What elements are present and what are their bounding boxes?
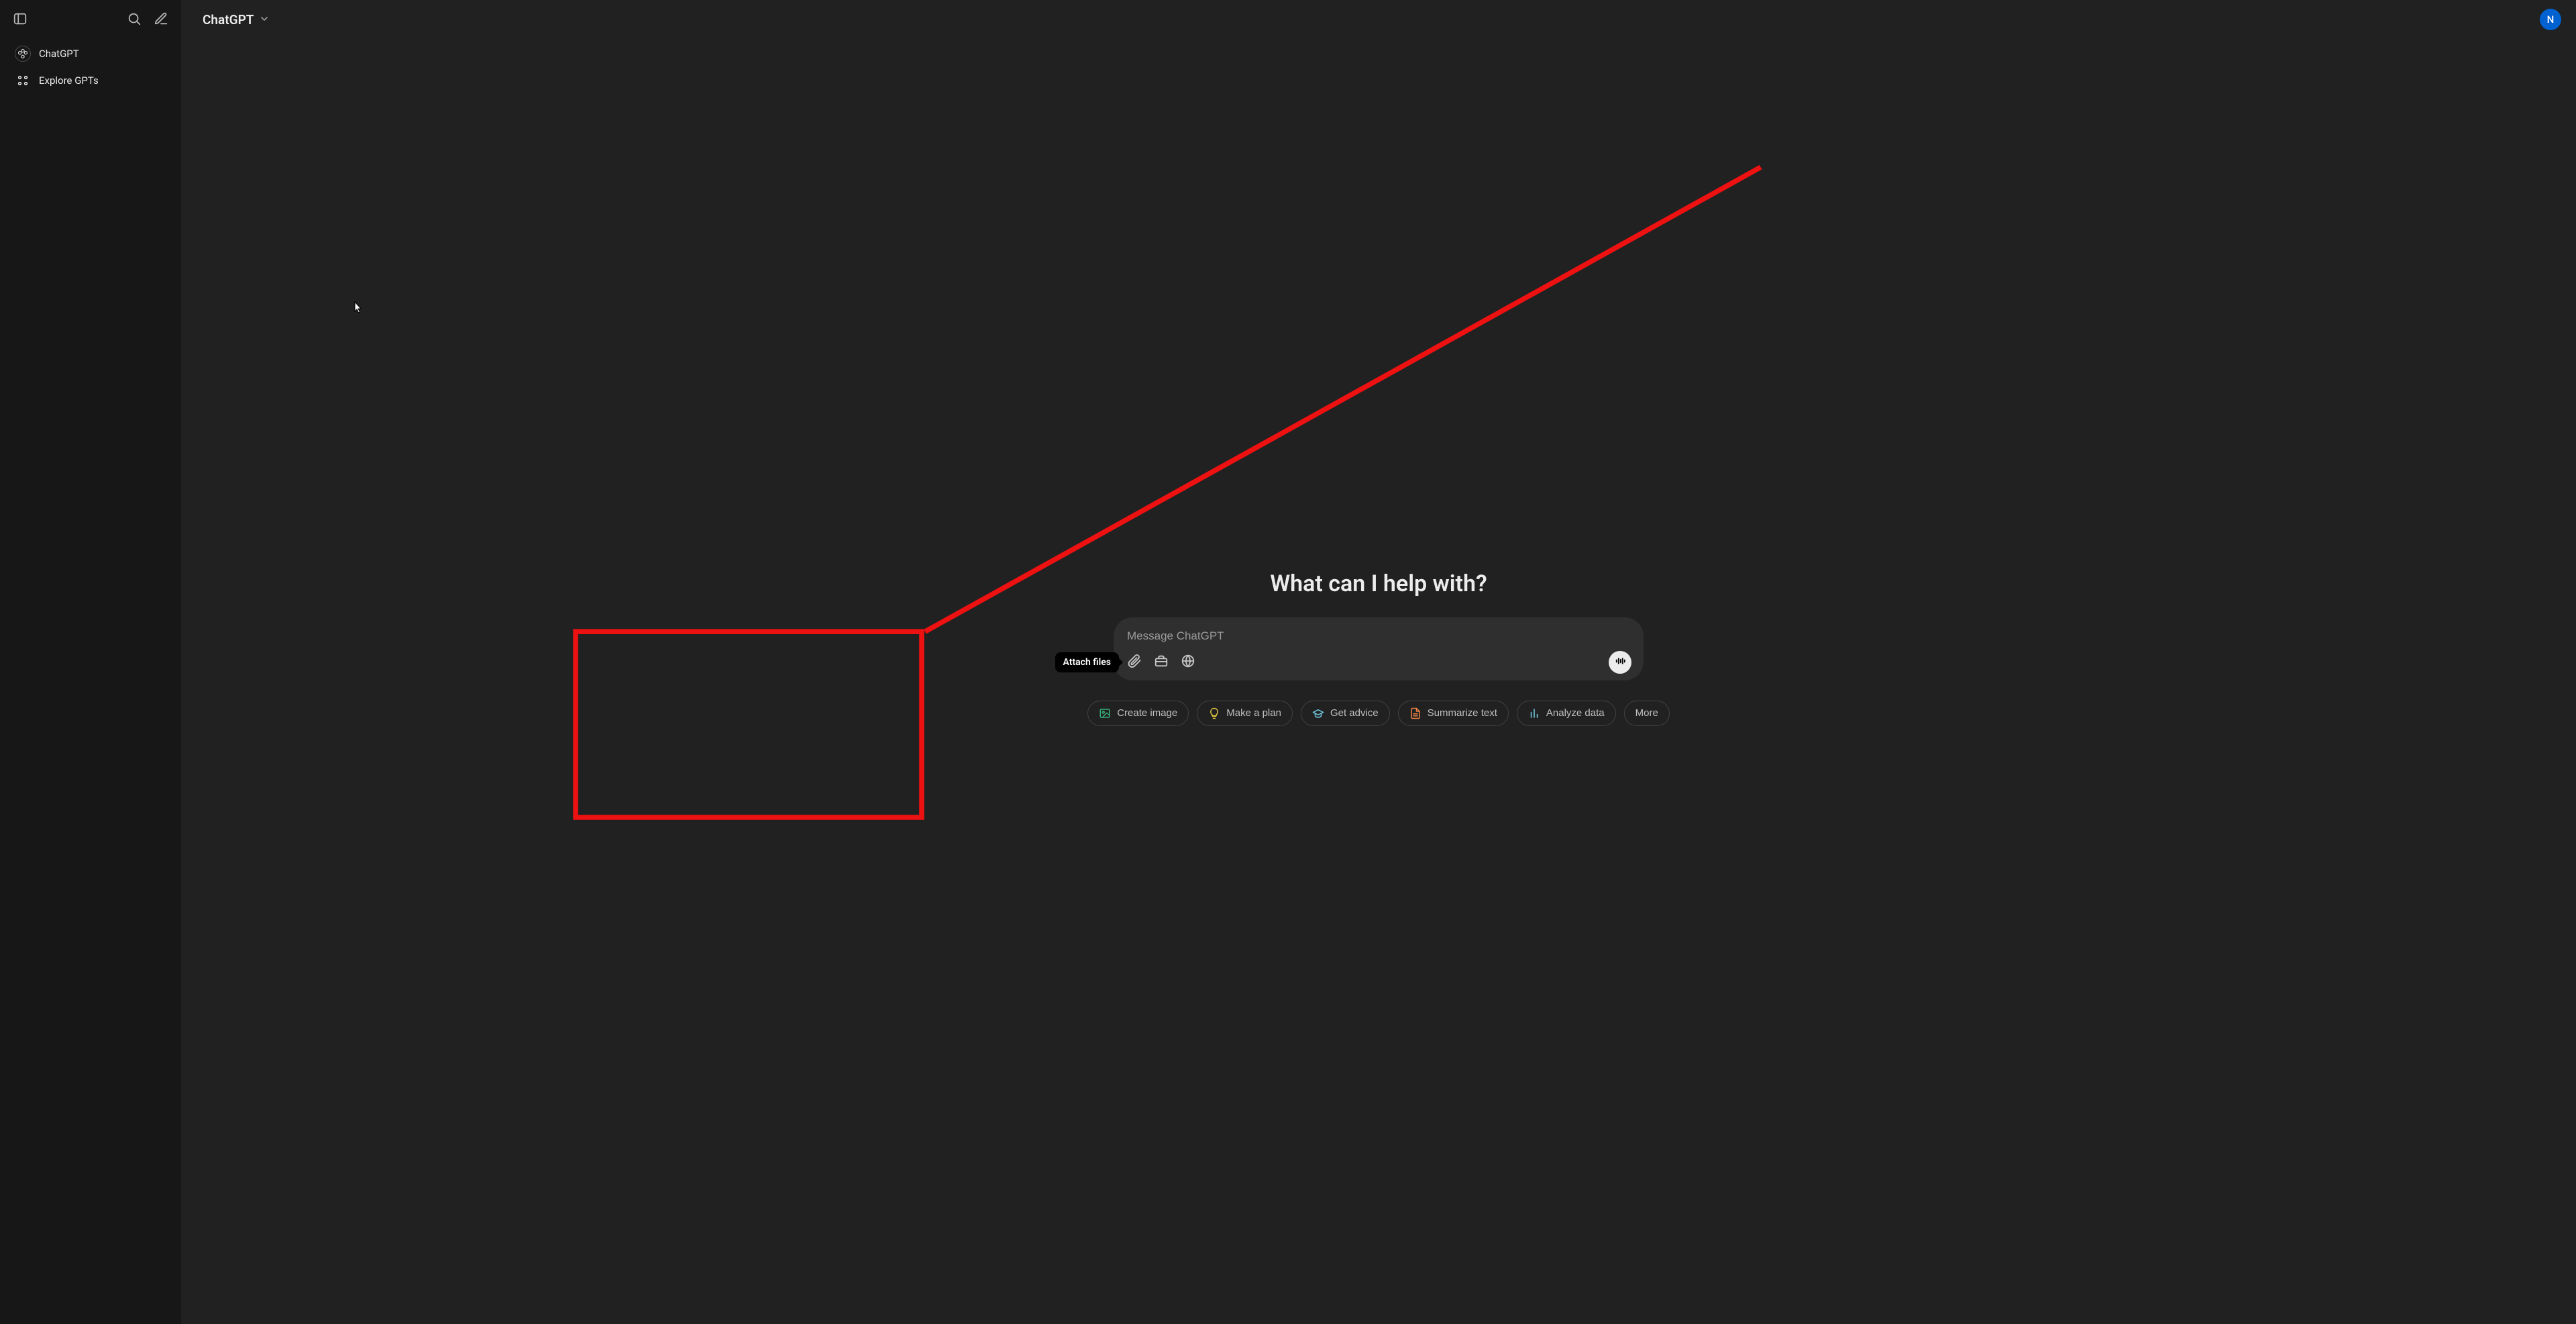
image-icon <box>1099 707 1111 719</box>
composer-toolbar: Attach files <box>1126 651 1631 674</box>
grid-icon <box>15 72 31 89</box>
search-icon <box>127 11 142 29</box>
sidebar-item-explore-gpts[interactable]: Explore GPTs <box>5 67 176 94</box>
message-input[interactable] <box>1126 627 1631 644</box>
chip-summarize-text[interactable]: Summarize text <box>1398 701 1509 726</box>
bar-chart-icon <box>1528 707 1540 719</box>
chip-label: Get advice <box>1330 707 1379 719</box>
sidebar: ChatGPT Explore GPTs <box>0 0 181 1324</box>
main-area: ChatGPT N What can I help with? Attach f… <box>181 0 2576 1324</box>
attach-files-button[interactable]: Attach files <box>1126 654 1143 671</box>
toolbox-icon <box>1154 654 1169 671</box>
chip-make-a-plan[interactable]: Make a plan <box>1197 701 1293 726</box>
composer: Attach files <box>1114 617 1644 680</box>
chip-label: More <box>1635 707 1658 719</box>
lightbulb-icon <box>1208 707 1220 719</box>
chip-label: Create image <box>1117 707 1177 719</box>
voice-input-button[interactable] <box>1609 651 1631 674</box>
openai-logo-icon <box>15 46 31 62</box>
chip-more[interactable]: More <box>1624 701 1670 726</box>
graduation-cap-icon <box>1312 707 1324 719</box>
search-button[interactable] <box>122 8 146 32</box>
chip-get-advice[interactable]: Get advice <box>1301 701 1390 726</box>
chip-label: Summarize text <box>1428 707 1497 719</box>
web-button[interactable] <box>1179 654 1197 671</box>
hero-title: What can I help with? <box>1270 570 1487 597</box>
chip-create-image[interactable]: Create image <box>1087 701 1189 726</box>
document-icon <box>1409 707 1421 719</box>
sidebar-top-row <box>0 5 181 40</box>
collapse-sidebar-button[interactable] <box>8 8 32 32</box>
panel-icon <box>13 11 28 29</box>
tools-button[interactable] <box>1152 654 1170 671</box>
center-stage: What can I help with? Attach files <box>181 5 2576 1290</box>
tooltip-attach-files: Attach files <box>1055 652 1119 672</box>
waveform-icon <box>1614 655 1626 670</box>
chip-label: Make a plan <box>1226 707 1281 719</box>
sidebar-item-chatgpt[interactable]: ChatGPT <box>5 40 176 67</box>
paperclip-icon <box>1127 654 1142 671</box>
suggestion-chips: Create image Make a plan Get advice Summ… <box>1087 701 1670 726</box>
new-chat-button[interactable] <box>149 8 173 32</box>
chip-label: Analyze data <box>1546 707 1605 719</box>
chip-analyze-data[interactable]: Analyze data <box>1517 701 1616 726</box>
sidebar-item-label: ChatGPT <box>39 48 79 60</box>
globe-icon <box>1181 654 1195 671</box>
sidebar-item-label: Explore GPTs <box>39 74 99 87</box>
edit-icon <box>154 11 168 29</box>
